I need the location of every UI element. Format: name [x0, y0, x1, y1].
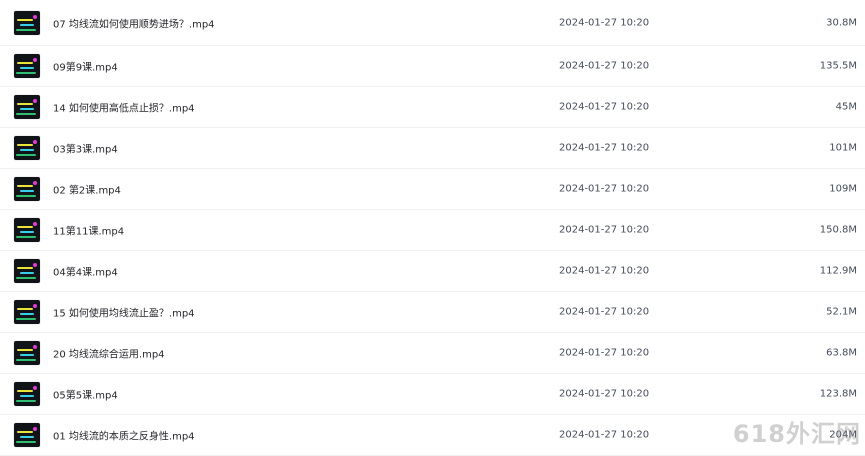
file-row[interactable]: 09第9课.mp4 2024-01-27 10:20 135.5M	[0, 46, 865, 87]
file-date: 2024-01-27 10:20	[559, 224, 650, 236]
file-date: 2024-01-27 10:20	[559, 17, 650, 28]
file-size: 204M	[829, 429, 857, 441]
video-thumbnail-icon[interactable]	[14, 300, 40, 324]
file-list: 07 均线流如何使用顺势进场？.mp4 2024-01-27 10:20 30.8M…	[0, 0, 865, 456]
file-name[interactable]: 11第11课.mp4	[53, 223, 124, 238]
video-thumbnail-icon[interactable]	[14, 382, 40, 406]
file-row[interactable]: 02 第2课.mp4 2024-01-27 10:20 109M	[0, 169, 865, 210]
file-size: 123.8M	[819, 388, 857, 400]
file-size: 45M	[835, 101, 857, 113]
file-date: 2024-01-27 10:20	[559, 306, 650, 318]
file-name[interactable]: 14 如何使用高低点止损？.mp4	[53, 100, 195, 115]
video-thumbnail-icon[interactable]	[14, 341, 40, 365]
file-name[interactable]: 09第9课.mp4	[53, 59, 118, 74]
file-size: 112.9M	[819, 265, 857, 277]
video-thumbnail-icon[interactable]	[14, 95, 40, 119]
file-row[interactable]: 03第3课.mp4 2024-01-27 10:20 101M	[0, 128, 865, 169]
file-date: 2024-01-27 10:20	[559, 183, 650, 195]
video-thumbnail-icon[interactable]	[14, 10, 40, 35]
file-name[interactable]: 04第4课.mp4	[53, 264, 118, 279]
file-date: 2024-01-27 10:20	[559, 142, 650, 154]
file-row[interactable]: 15 如何使用均线流止盈？.mp4 2024-01-27 10:20 52.1M	[0, 292, 865, 333]
file-date: 2024-01-27 10:20	[559, 60, 650, 72]
file-size: 109M	[829, 183, 857, 195]
file-size: 150.8M	[819, 224, 857, 236]
file-size: 135.5M	[819, 60, 857, 72]
file-date: 2024-01-27 10:20	[559, 101, 650, 113]
file-date: 2024-01-27 10:20	[559, 388, 650, 400]
file-date: 2024-01-27 10:20	[559, 265, 650, 277]
file-row[interactable]: 05第5课.mp4 2024-01-27 10:20 123.8M	[0, 374, 865, 415]
file-date: 2024-01-27 10:20	[559, 347, 650, 359]
file-row[interactable]: 04第4课.mp4 2024-01-27 10:20 112.9M	[0, 251, 865, 292]
video-thumbnail-icon[interactable]	[14, 177, 40, 201]
video-thumbnail-icon[interactable]	[14, 259, 40, 283]
video-thumbnail-icon[interactable]	[14, 218, 40, 242]
file-name[interactable]: 05第5课.mp4	[53, 387, 118, 402]
file-name[interactable]: 20 均线流综合运用.mp4	[53, 346, 165, 361]
file-row[interactable]: 01 均线流的本质之反身性.mp4 2024-01-27 10:20 204M	[0, 415, 865, 456]
file-name[interactable]: 03第3课.mp4	[53, 141, 118, 156]
file-size: 101M	[829, 142, 857, 154]
file-name[interactable]: 02 第2课.mp4	[53, 182, 121, 197]
video-thumbnail-icon[interactable]	[14, 136, 40, 160]
video-thumbnail-icon[interactable]	[14, 54, 40, 78]
file-row[interactable]: 20 均线流综合运用.mp4 2024-01-27 10:20 63.8M	[0, 333, 865, 374]
file-size: 63.8M	[826, 347, 857, 359]
file-row[interactable]: 11第11课.mp4 2024-01-27 10:20 150.8M	[0, 210, 865, 251]
file-size: 52.1M	[826, 306, 857, 318]
video-thumbnail-icon[interactable]	[14, 423, 40, 447]
file-date: 2024-01-27 10:20	[559, 429, 650, 441]
file-size: 30.8M	[826, 17, 857, 28]
file-row[interactable]: 14 如何使用高低点止损？.mp4 2024-01-27 10:20 45M	[0, 87, 865, 128]
file-name[interactable]: 15 如何使用均线流止盈？.mp4	[53, 305, 195, 320]
file-name[interactable]: 01 均线流的本质之反身性.mp4	[53, 428, 195, 443]
file-row[interactable]: 07 均线流如何使用顺势进场？.mp4 2024-01-27 10:20 30.8M	[0, 0, 865, 46]
file-name[interactable]: 07 均线流如何使用顺势进场？.mp4	[53, 15, 215, 30]
